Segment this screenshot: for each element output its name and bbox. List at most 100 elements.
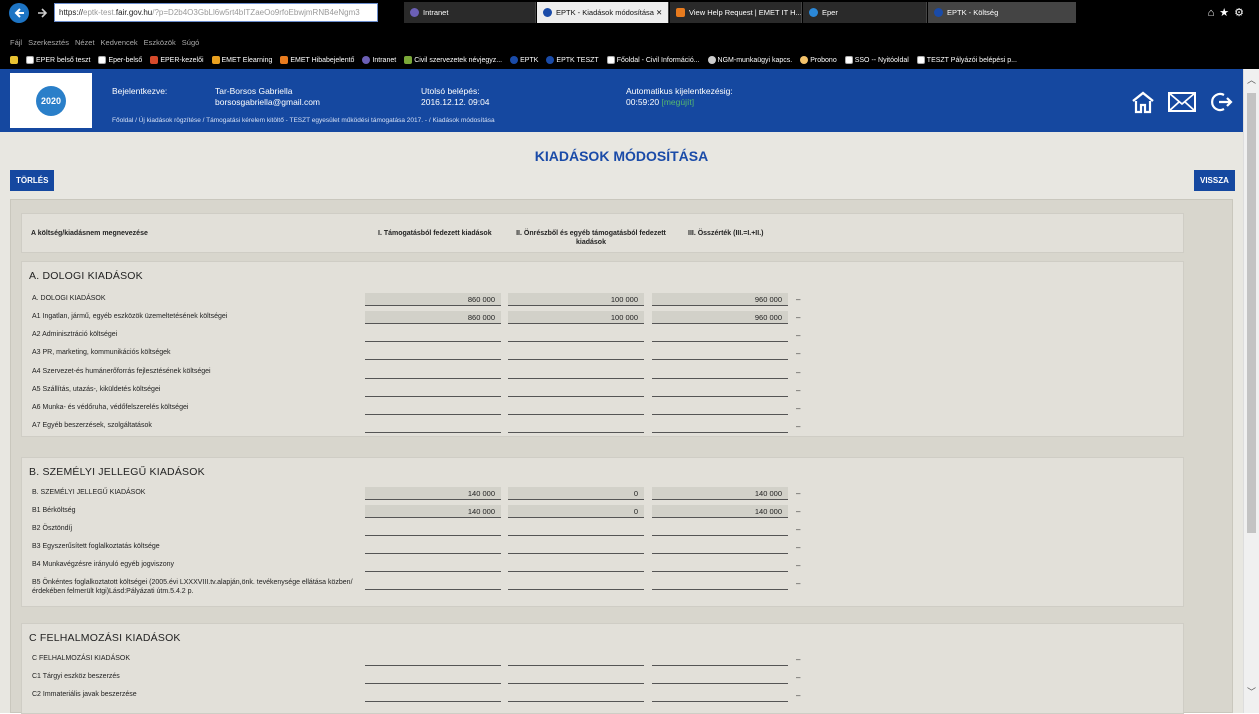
favorite-link[interactable]: EPER-kezelői — [150, 56, 204, 64]
menu-edit[interactable]: Szerkesztés — [28, 38, 69, 47]
favorite-link[interactable]: Eper-belső — [98, 56, 142, 64]
section-c: C FELHALMOZÁSI KIADÁSOK C FELHALMOZÁSI K… — [21, 623, 1184, 714]
chevron-up-icon[interactable]: ︿ — [1247, 73, 1256, 86]
back-button[interactable] — [9, 3, 29, 23]
last-login-value: 2016.12.12. 09:04 — [421, 97, 490, 107]
menu-help[interactable]: Súgó — [182, 38, 200, 47]
supported-amount-field[interactable]: 860 000 — [365, 311, 501, 324]
row-label: A6 Munka- és védőruha, védőfelszerelés k… — [32, 404, 189, 411]
col-header-total: III. Összérték (III.=I.+II.) — [688, 230, 764, 237]
supported-amount-field[interactable] — [365, 577, 501, 590]
favorite-link[interactable]: EMET Hibabejelentő — [280, 56, 354, 64]
total-amount-field — [652, 384, 788, 397]
supported-amount-field[interactable] — [365, 366, 501, 379]
supported-amount-field[interactable] — [365, 523, 501, 536]
address-bar[interactable]: https:// eptk-test. fair.gov.hu /?p=D2b4… — [54, 3, 378, 22]
own-share-amount-field[interactable] — [508, 347, 644, 360]
own-share-amount-field[interactable] — [508, 329, 644, 342]
section-title: B. SZEMÉLYI JELLEGŰ KIADÁSOK — [29, 466, 205, 478]
logout-icon[interactable] — [1209, 90, 1233, 114]
own-share-amount-field[interactable] — [508, 541, 644, 554]
scrollbar-thumb[interactable] — [1247, 93, 1256, 533]
mail-icon[interactable] — [1167, 90, 1197, 114]
forward-button[interactable] — [33, 3, 53, 23]
own-share-amount-field[interactable] — [508, 671, 644, 684]
own-share-amount-field[interactable]: 0 — [508, 505, 644, 518]
emet-favicon-icon — [676, 8, 685, 17]
own-share-amount-field[interactable] — [508, 420, 644, 433]
tab-intranet[interactable]: Intranet — [404, 2, 536, 23]
breadcrumb[interactable]: Főoldal / Új kiadások rögzítése / Támoga… — [112, 117, 495, 124]
own-share-amount-field[interactable] — [508, 402, 644, 415]
home-icon[interactable] — [1131, 90, 1155, 114]
supported-amount-field[interactable] — [365, 689, 501, 702]
tab-eper[interactable]: Eper — [803, 2, 927, 23]
favorite-link[interactable]: EMET Elearning — [211, 56, 272, 64]
favorite-link[interactable]: EPTK — [510, 56, 538, 64]
row-label: A4 Szervezet-és humánerőforrás fejleszté… — [32, 368, 211, 375]
menu-favorites[interactable]: Kedvencek — [101, 38, 138, 47]
menu-view[interactable]: Nézet — [75, 38, 95, 47]
browser-toolbar-icons: ⌂★⚙ — [1208, 6, 1249, 19]
favorite-label: Probono — [810, 56, 837, 64]
col-header-supported: I. Támogatásból fedezett kiadások — [378, 230, 492, 237]
page-scrollbar[interactable]: ︿ ﹀ — [1243, 69, 1259, 713]
row-dash: – — [796, 525, 801, 534]
favorite-link[interactable]: Intranet — [362, 56, 396, 64]
chevron-down-icon[interactable]: ﹀ — [1247, 685, 1256, 698]
own-share-amount-field: 100 000 — [508, 293, 644, 306]
row-label: A1 Ingatlan, jármű, egyéb eszközök üzeme… — [32, 313, 228, 320]
page-title: KIADÁSOK MÓDOSÍTÁSA — [534, 148, 709, 164]
menu-file[interactable]: Fájl — [10, 38, 22, 47]
own-share-amount-field[interactable]: 100 000 — [508, 311, 644, 324]
back-button[interactable]: VISSZA — [1194, 170, 1235, 191]
own-share-amount-field[interactable] — [508, 559, 644, 572]
own-share-amount-field[interactable] — [508, 384, 644, 397]
favorite-link[interactable]: Főoldal - Civil Információ... — [606, 56, 700, 64]
own-share-amount-field[interactable] — [508, 689, 644, 702]
row-dash: – — [796, 543, 801, 552]
table-row: C2 Immateriális javak beszerzése – — [22, 689, 1183, 707]
supported-amount-field[interactable] — [365, 541, 501, 554]
delete-button[interactable]: TÖRLÉS — [10, 170, 55, 191]
supported-amount-field — [365, 653, 501, 666]
favorite-link[interactable]: EPTK TESZT — [546, 56, 599, 64]
supported-amount-field[interactable]: 140 000 — [365, 505, 501, 518]
star-icon[interactable]: ★ — [1219, 7, 1234, 19]
favorites-star-icon[interactable] — [10, 56, 18, 64]
menu-tools[interactable]: Eszközök — [144, 38, 176, 47]
supported-amount-field[interactable] — [365, 559, 501, 572]
supported-amount-field[interactable] — [365, 671, 501, 684]
tab-koltseg[interactable]: EPTK - Költség — [928, 2, 1076, 23]
supported-amount-field[interactable] — [365, 347, 501, 360]
total-amount-field: 960 000 — [652, 293, 788, 306]
supported-amount-field[interactable] — [365, 329, 501, 342]
own-share-amount-field[interactable] — [508, 523, 644, 536]
row-label: C FELHALMOZÁSI KIADÁSOK — [32, 655, 131, 662]
intranet-favicon-icon — [410, 8, 419, 17]
home-icon[interactable]: ⌂ — [1208, 7, 1220, 19]
own-share-amount-field[interactable] — [508, 577, 644, 590]
favorite-link[interactable]: Civil szervezetek névjegyz... — [404, 56, 502, 64]
civil-icon — [404, 56, 413, 64]
favorite-link[interactable]: SSO -- Nyitóoldal — [844, 56, 909, 64]
supported-amount-field[interactable] — [365, 420, 501, 433]
row-dash: – — [796, 691, 801, 700]
szechenyi-2020-logo[interactable]: 2020 — [10, 73, 92, 128]
url-rest: /?p=D2b4O3GbLl6w5rt4bITZaeOo9rfoEbwjmRNB… — [152, 8, 360, 17]
own-share-amount-field[interactable] — [508, 366, 644, 379]
favorite-link[interactable]: NGM-munkaügyi kapcs. — [707, 56, 792, 64]
favorite-link[interactable]: Probono — [800, 56, 837, 64]
tab-label: Eper — [822, 8, 838, 17]
tab-help-request[interactable]: View Help Request | EMET IT H... — [670, 2, 802, 23]
total-amount-field: 140 000 — [652, 505, 788, 518]
eptk-icon — [546, 56, 555, 64]
tab-kiadasok[interactable]: EPTK - Kiadások módosítása ✕ — [537, 2, 669, 23]
favorite-link[interactable]: EPER belső teszt — [26, 56, 90, 64]
row-dash: – — [796, 655, 801, 664]
supported-amount-field[interactable] — [365, 384, 501, 397]
supported-amount-field[interactable] — [365, 402, 501, 415]
favorite-link[interactable]: TESZT Pályázói belépési p... — [916, 56, 1017, 64]
renew-session-link[interactable]: [megújít] — [661, 97, 694, 107]
gear-icon[interactable]: ⚙ — [1234, 7, 1249, 19]
